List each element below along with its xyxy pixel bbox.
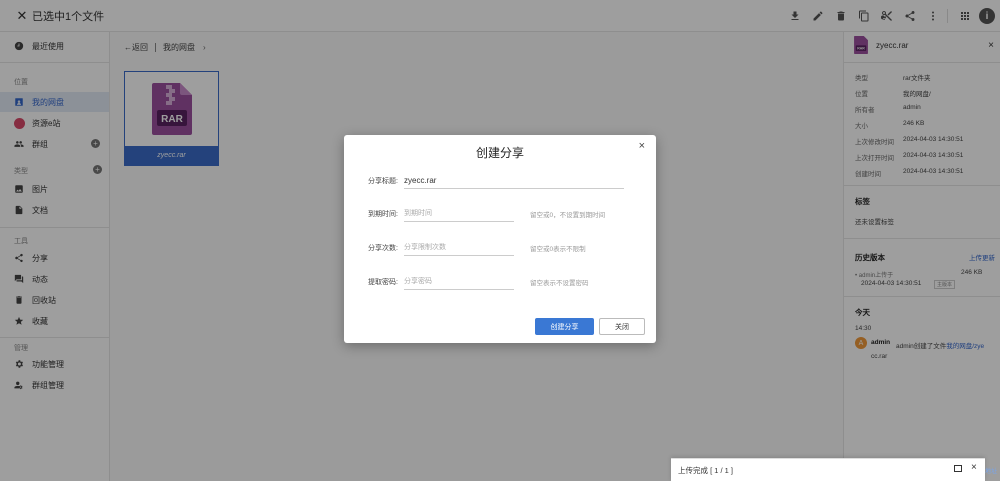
share-count-label: 分享次数: [368, 245, 398, 252]
share-title-input[interactable] [404, 173, 624, 189]
expire-field: 到期时间: 留空或0，不设置到期时间 [368, 204, 628, 224]
create-share-button[interactable]: 创建分享 [535, 318, 594, 335]
upload-status-text: 上传完成 [ 1 / 1 ] [678, 465, 734, 475]
share-title-label: 分享标题: [368, 178, 398, 185]
share-count-field: 分享次数: 留空或0表示不限制 [368, 238, 628, 258]
expire-input[interactable] [404, 206, 514, 222]
upload-status-panel: 上传完成 [ 1 / 1 ] × [671, 458, 985, 481]
share-count-hint: 留空或0表示不限制 [530, 246, 586, 253]
expire-label: 到期时间: [368, 211, 398, 218]
dialog-close-icon[interactable]: × [639, 140, 645, 152]
share-count-input[interactable] [404, 240, 514, 256]
maximize-icon[interactable] [954, 465, 962, 472]
edge-text: 地址 [985, 469, 998, 475]
extract-code-label: 提取密码: [368, 279, 398, 286]
extract-code-input[interactable] [404, 274, 514, 290]
create-share-dialog: 创建分享 × 分享标题: 到期时间: 留空或0，不设置到期时间 分享次数: 留空… [344, 135, 656, 343]
close-upload-icon[interactable]: × [971, 462, 977, 473]
close-button[interactable]: 关闭 [599, 318, 645, 335]
dialog-title: 创建分享 [475, 146, 524, 160]
share-title-field: 分享标题: [368, 171, 628, 191]
extract-code-field: 提取密码: 留空表示不设置密码 [368, 272, 628, 292]
expire-hint: 留空或0，不设置到期时间 [530, 212, 606, 219]
extract-code-hint: 留空表示不设置密码 [530, 280, 589, 287]
